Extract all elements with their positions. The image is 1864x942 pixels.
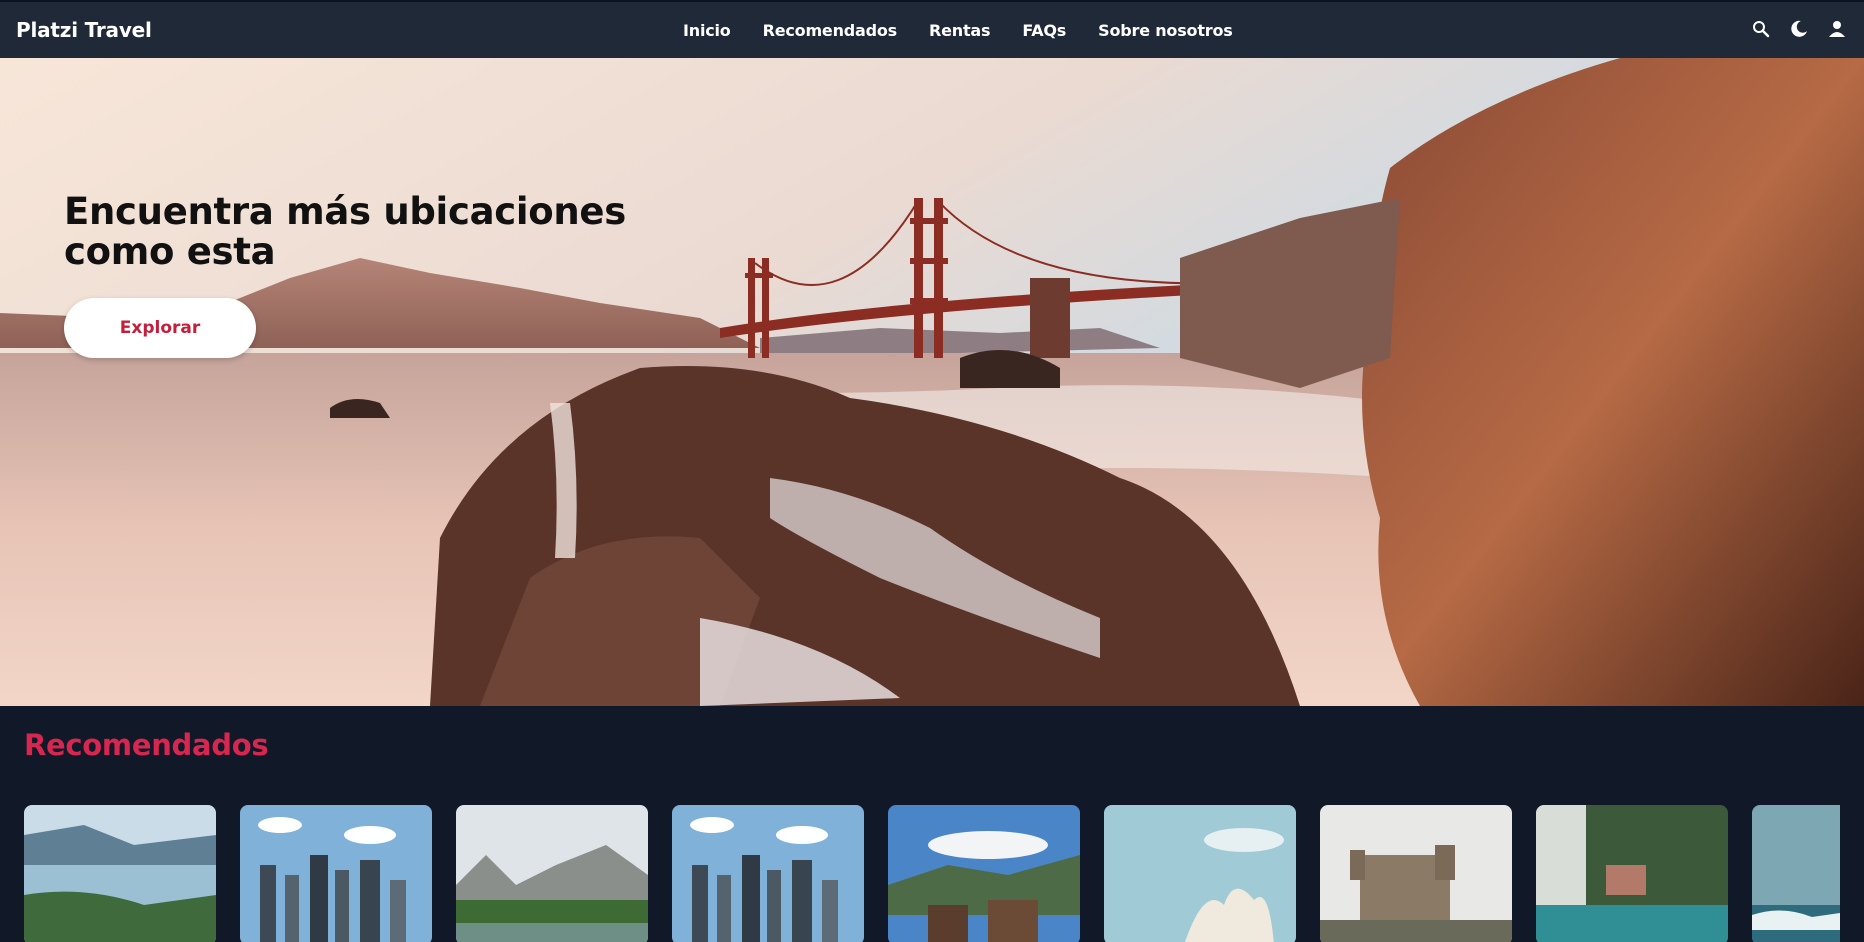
recommended-card-castle[interactable]: [1320, 805, 1512, 942]
recommended-card-city-skyline[interactable]: [240, 805, 432, 942]
nav-link-sobre-nosotros[interactable]: Sobre nosotros: [1098, 21, 1233, 40]
brand-logo[interactable]: Platzi Travel: [16, 18, 152, 42]
recommended-card-alpine-village[interactable]: [888, 805, 1080, 942]
recommended-card-mountain-valley[interactable]: [456, 805, 648, 942]
recommended-card-opera-house[interactable]: [1104, 805, 1296, 942]
search-icon[interactable]: [1752, 20, 1770, 38]
recommended-card-lake-valley[interactable]: [24, 805, 216, 942]
top-navbar: Platzi Travel Inicio Recomendados Rentas…: [0, 0, 1864, 58]
hero-title: Encuentra más ubicaciones como esta: [64, 190, 626, 273]
nav-icons: [1752, 20, 1846, 38]
nav-link-rentas[interactable]: Rentas: [929, 21, 991, 40]
recommended-card-villa-pool[interactable]: [1536, 805, 1728, 942]
recommended-carousel[interactable]: [24, 805, 1840, 942]
recommended-card-beach[interactable]: [1752, 805, 1840, 942]
nav-link-recomendados[interactable]: Recomendados: [763, 21, 898, 40]
hero-background-image: [0, 58, 1864, 706]
hero-banner: Encuentra más ubicaciones como esta Expl…: [0, 58, 1864, 706]
recommended-section-title: Recomendados: [24, 728, 269, 762]
user-icon[interactable]: [1828, 20, 1846, 38]
nav-links: Inicio Recomendados Rentas FAQs Sobre no…: [683, 21, 1233, 40]
nav-link-faqs[interactable]: FAQs: [1022, 21, 1066, 40]
moon-icon[interactable]: [1790, 20, 1808, 38]
recommended-card-city-skyline-2[interactable]: [672, 805, 864, 942]
explore-button[interactable]: Explorar: [64, 298, 256, 358]
nav-link-inicio[interactable]: Inicio: [683, 21, 731, 40]
